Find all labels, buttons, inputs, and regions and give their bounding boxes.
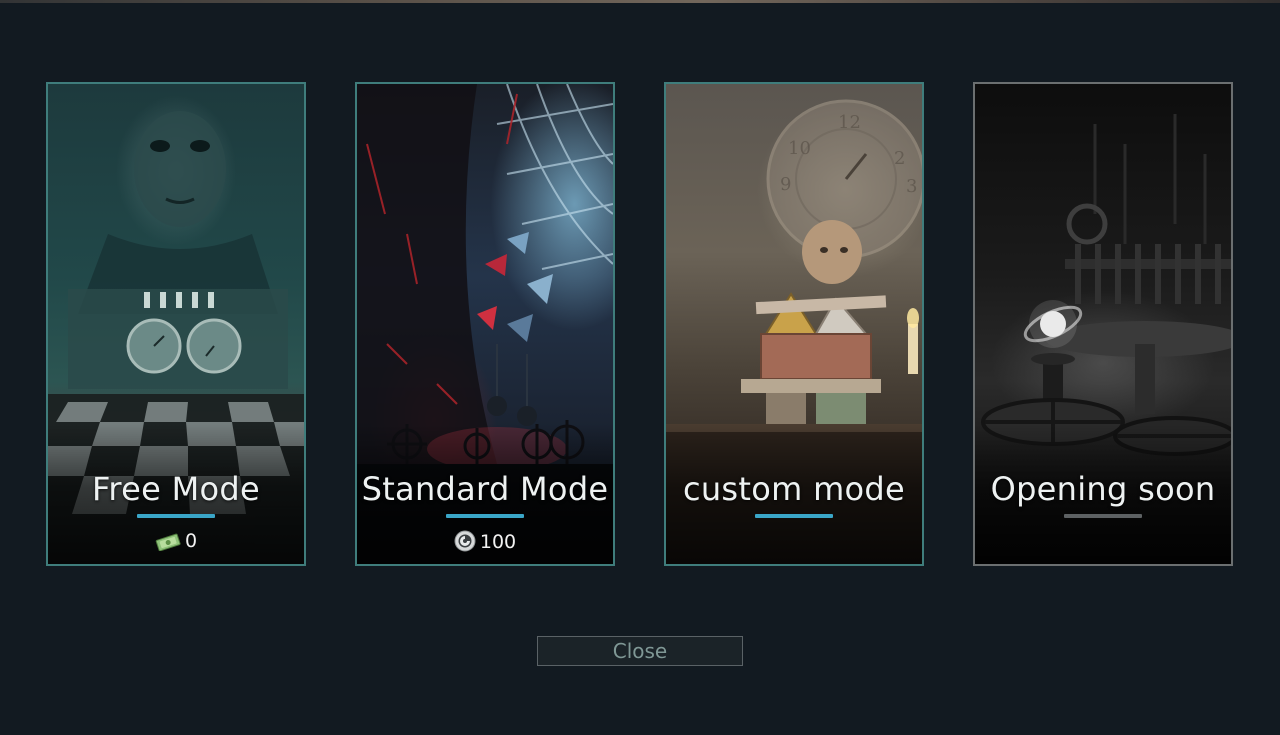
mode-card-coming-soon: Opening soon: [973, 82, 1233, 566]
svg-text:3: 3: [906, 176, 917, 197]
mode-card-custom[interactable]: 12 2 3 9 10 custom mode: [664, 82, 924, 566]
svg-text:12: 12: [838, 112, 861, 133]
mode-card-free[interactable]: Free Mode 0: [46, 82, 306, 566]
cost-value: 100: [479, 531, 517, 553]
mode-cost: 100: [357, 530, 613, 553]
svg-text:9: 9: [780, 174, 791, 195]
close-button[interactable]: Close: [537, 636, 743, 666]
cost-value: 0: [184, 530, 198, 552]
svg-text:2: 2: [894, 148, 905, 169]
mode-underline: [1064, 514, 1142, 518]
mode-selection-panel: Free Mode 0 Standard Mode 100 12 2 3 9 1…: [0, 0, 1280, 735]
mode-underline: [137, 514, 215, 518]
mode-title: Standard Mode: [361, 470, 609, 508]
svg-text:10: 10: [788, 138, 811, 159]
mode-title: custom mode: [682, 470, 906, 508]
mode-underline: [446, 514, 524, 518]
mode-underline: [755, 514, 833, 518]
mode-title: Opening soon: [990, 470, 1216, 508]
mode-cost: 0: [48, 530, 304, 552]
mode-card-standard[interactable]: Standard Mode 100: [355, 82, 615, 566]
mode-title: Free Mode: [92, 470, 260, 508]
cash-icon: [155, 533, 181, 551]
coin-icon: [454, 530, 476, 552]
